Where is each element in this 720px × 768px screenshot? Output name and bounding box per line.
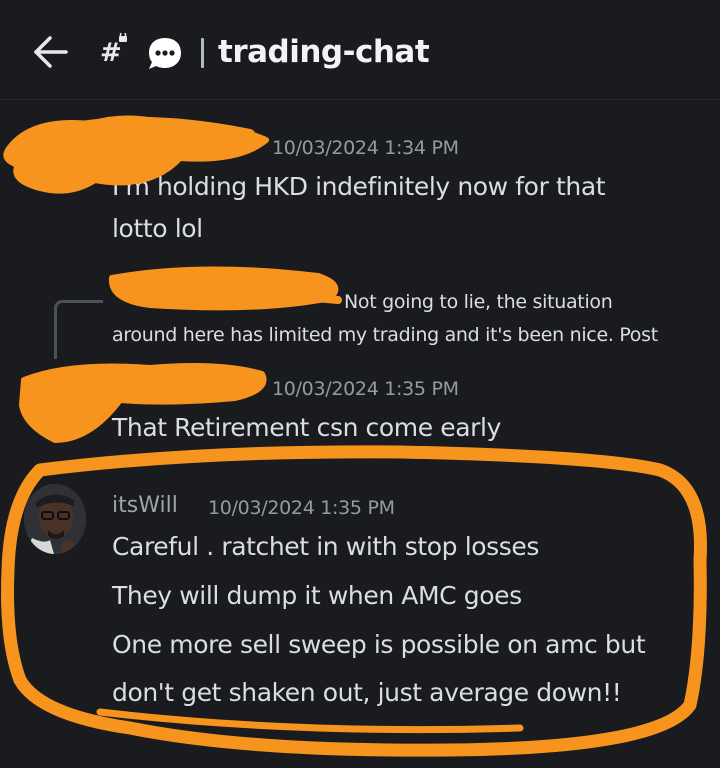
channel-header: # trading-chat: [0, 0, 720, 100]
svg-text:#: #: [100, 38, 122, 68]
channel-name: trading-chat: [218, 34, 430, 70]
message-line: One more sell sweep is possible on amc b…: [112, 630, 646, 659]
message-line: I'm holding HKD indefinitely now for tha…: [112, 172, 606, 201]
message-line: Careful . ratchet in with stop losses: [112, 532, 539, 561]
message-line: They will dump it when AMC goes: [112, 581, 522, 610]
back-arrow-icon[interactable]: [30, 34, 70, 70]
channel-hash-icon: #: [100, 31, 134, 69]
message-line: lotto lol: [112, 214, 203, 243]
message-line: That Retirement csn come early: [112, 413, 502, 442]
avatar[interactable]: [24, 484, 86, 554]
thread-icon[interactable]: [145, 34, 185, 74]
header-border: [0, 99, 720, 100]
header-divider: [201, 38, 204, 68]
message-author[interactable]: itsWill: [112, 493, 178, 518]
message-timestamp: 10/03/2024 1:35 PM: [272, 378, 459, 400]
chat-screen: # trading-chat 10/03/2024 1:34 PM I'm ho…: [0, 0, 720, 768]
reply-connector: [54, 300, 103, 359]
message-timestamp: 10/03/2024 1:35 PM: [208, 497, 395, 519]
message-timestamp: 10/03/2024 1:34 PM: [272, 137, 459, 159]
reply-preview-text[interactable]: Not going to lie, the situation: [344, 286, 613, 319]
message-line: don't get shaken out, just average down!…: [112, 678, 622, 707]
reply-preview-text[interactable]: around here has limited my trading and i…: [112, 319, 658, 352]
